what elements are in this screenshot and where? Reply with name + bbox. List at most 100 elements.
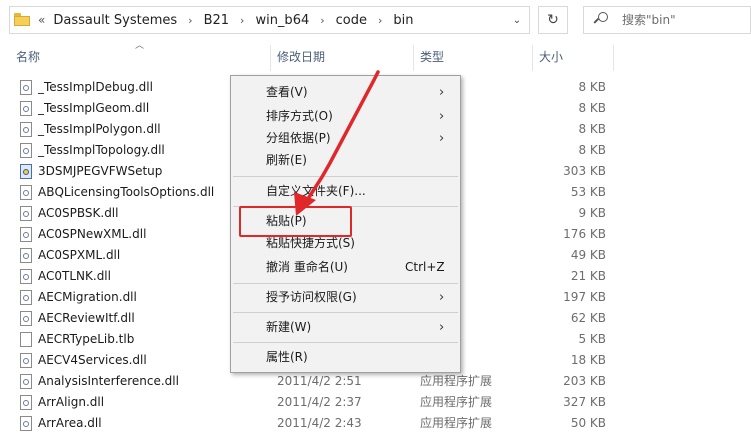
dll-icon (20, 416, 32, 431)
chevron-right-icon: › (439, 131, 445, 146)
menu-item-label: 自定义文件夹(F)... (266, 184, 366, 198)
file-date: 2011/4/2 2:51 (277, 374, 362, 388)
dll-icon (20, 143, 32, 158)
dll-icon (20, 374, 32, 389)
file-name: AECMigration.dll (38, 290, 137, 304)
dll-icon (20, 290, 32, 305)
file-row[interactable]: ArrAlign.dll 2011/4/2 2:37 应用程序扩展 327 KB (0, 392, 751, 413)
chevron-right-icon[interactable]: › (179, 14, 201, 27)
menu-item-properties[interactable]: 属性(R) (231, 347, 460, 368)
dll-icon (20, 227, 32, 242)
file-name: ABQLicensingToolsOptions.dll (38, 185, 215, 199)
chevron-right-icon: › (439, 290, 445, 305)
file-name: _TessImplTopology.dll (38, 143, 165, 157)
menu-item-label: 授予访问权限(G) (266, 290, 357, 304)
file-size: 8 KB (578, 80, 606, 94)
menu-item-label: 新建(W) (266, 320, 312, 334)
file-size: 5 KB (578, 332, 606, 346)
file-size: 9 KB (578, 206, 606, 220)
file-name: ArrAlign.dll (38, 395, 105, 409)
file-name: AC0SPNewXML.dll (38, 227, 147, 241)
column-header-row: 名称 修改日期 类型 大小 (0, 41, 751, 74)
dll-icon (20, 311, 32, 326)
breadcrumb-item[interactable]: bin (391, 13, 415, 28)
address-bar[interactable]: « Dassault Systemes › B21 › win_b64 › co… (9, 6, 530, 34)
search-placeholder: 搜索"bin" (622, 13, 676, 27)
chevron-down-icon[interactable]: ⌄ (505, 7, 529, 33)
chevron-right-icon[interactable]: › (231, 14, 253, 27)
search-icon (593, 12, 609, 27)
file-size: 176 KB (563, 227, 606, 241)
menu-item-label: 排序方式(O) (266, 109, 333, 123)
breadcrumb-item[interactable]: code (334, 13, 369, 28)
chevron-right-icon: › (439, 320, 445, 335)
file-size: 203 KB (563, 374, 606, 388)
file-name: _TessImplGeom.dll (38, 101, 150, 115)
menu-divider (233, 342, 458, 343)
file-name: _TessImplPolygon.dll (38, 122, 161, 136)
file-name: AC0SPXML.dll (38, 248, 121, 262)
file-name: AECReviewItf.dll (38, 311, 135, 325)
dll-icon (20, 122, 32, 137)
menu-item-label: 查看(V) (266, 85, 308, 99)
file-size: 197 KB (563, 290, 606, 304)
menu-item-group-by[interactable]: 分组依据(P) › (231, 128, 460, 149)
dll-icon (20, 185, 32, 200)
context-menu: 查看(V) › 排序方式(O) › 分组依据(P) › 刷新(E) 自定义文件夹… (230, 75, 461, 373)
menu-item-label: 属性(R) (266, 350, 308, 364)
file-type: 应用程序扩展 (420, 416, 493, 430)
menu-item-sort-by[interactable]: 排序方式(O) › (231, 106, 460, 127)
menu-item-new[interactable]: 新建(W) › (231, 317, 460, 338)
file-row[interactable]: ArrArea.dll 2011/4/2 2:43 应用程序扩展 50 KB (0, 413, 751, 434)
menu-divider (233, 312, 458, 313)
chevron-right-icon[interactable]: › (369, 14, 391, 27)
breadcrumb-overflow[interactable]: « (38, 13, 51, 27)
column-header-date[interactable]: 修改日期 (271, 41, 413, 74)
chevron-right-icon[interactable]: › (311, 14, 333, 27)
refresh-button[interactable]: ↻ (538, 6, 568, 34)
file-size: 62 KB (570, 311, 606, 325)
search-input[interactable]: 搜索"bin" (583, 6, 751, 34)
file-size: 50 KB (570, 416, 606, 430)
breadcrumb: « Dassault Systemes › B21 › win_b64 › co… (38, 7, 416, 33)
breadcrumb-item[interactable]: Dassault Systemes (51, 13, 179, 28)
file-date: 2011/4/2 2:43 (277, 416, 362, 430)
dll-icon (20, 80, 32, 95)
file-name: AECV4Services.dll (38, 353, 147, 367)
menu-item-refresh[interactable]: 刷新(E) (231, 150, 460, 171)
file-name: AC0SPBSK.dll (38, 206, 119, 220)
file-name: ArrArea.dll (38, 416, 102, 430)
menu-item-undo-rename[interactable]: 撤消 重命名(U) Ctrl+Z (231, 257, 460, 278)
breadcrumb-item[interactable]: win_b64 (253, 13, 311, 28)
menu-item-label: 分组依据(P) (266, 131, 331, 145)
file-name: AnalysisInterference.dll (38, 374, 179, 388)
chevron-right-icon: › (439, 85, 445, 100)
column-header-name[interactable]: 名称 (10, 41, 270, 74)
column-header-type[interactable]: 类型 (414, 41, 532, 74)
file-size: 303 KB (563, 164, 606, 178)
file-name: AC0TLNK.dll (38, 269, 111, 283)
dll-icon (20, 353, 32, 368)
column-header-size[interactable]: 大小 (533, 41, 613, 74)
breadcrumb-item[interactable]: B21 (202, 13, 231, 28)
menu-divider (233, 283, 458, 284)
file-size: 8 KB (578, 143, 606, 157)
menu-item-view[interactable]: 查看(V) › (231, 82, 460, 103)
chevron-right-icon: › (439, 109, 445, 124)
menu-item-give-access[interactable]: 授予访问权限(G) › (231, 287, 460, 308)
file-name: AECRTypeLib.tlb (38, 332, 135, 346)
file-size: 18 KB (570, 353, 606, 367)
menu-divider (233, 176, 458, 177)
menu-item-customize-folder[interactable]: 自定义文件夹(F)... (231, 181, 460, 202)
column-divider[interactable] (613, 45, 614, 71)
dll-icon (20, 248, 32, 263)
file-size: 21 KB (570, 269, 606, 283)
file-size: 53 KB (570, 185, 606, 199)
file-size: 8 KB (578, 101, 606, 115)
file-type: 应用程序扩展 (420, 374, 493, 388)
menu-item-label: 撤消 重命名(U) (266, 260, 348, 274)
dll-icon (20, 206, 32, 221)
file-name: _TessImplDebug.dll (38, 80, 153, 94)
refresh-icon: ↻ (547, 12, 559, 28)
file-row[interactable]: AnalysisInterference.dll 2011/4/2 2:51 应… (0, 371, 751, 392)
